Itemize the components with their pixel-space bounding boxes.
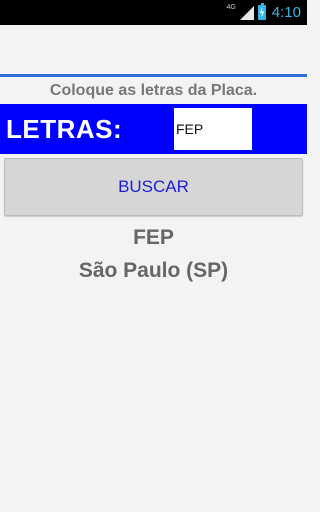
- letters-row: LETRAS:: [0, 104, 307, 154]
- instruction-text: Coloque as letras da Placa.: [49, 82, 258, 99]
- letters-label: LETRAS:: [6, 114, 123, 144]
- status-icons: 4G 4:10: [226, 0, 301, 25]
- signal-icon: [239, 5, 254, 20]
- app-bar: [0, 25, 307, 75]
- search-button[interactable]: BUSCAR: [4, 158, 303, 216]
- battery-charging-icon: [257, 3, 266, 20]
- status-bar: 4G 4:10: [0, 0, 307, 25]
- network-type-label: 4G: [226, 4, 236, 11]
- status-time: 4:10: [271, 4, 301, 21]
- result-state: São Paulo (SP): [78, 259, 229, 282]
- result-plate-letters: FEP: [133, 226, 174, 249]
- letters-input[interactable]: [174, 108, 252, 150]
- app-bar-divider: [0, 74, 307, 77]
